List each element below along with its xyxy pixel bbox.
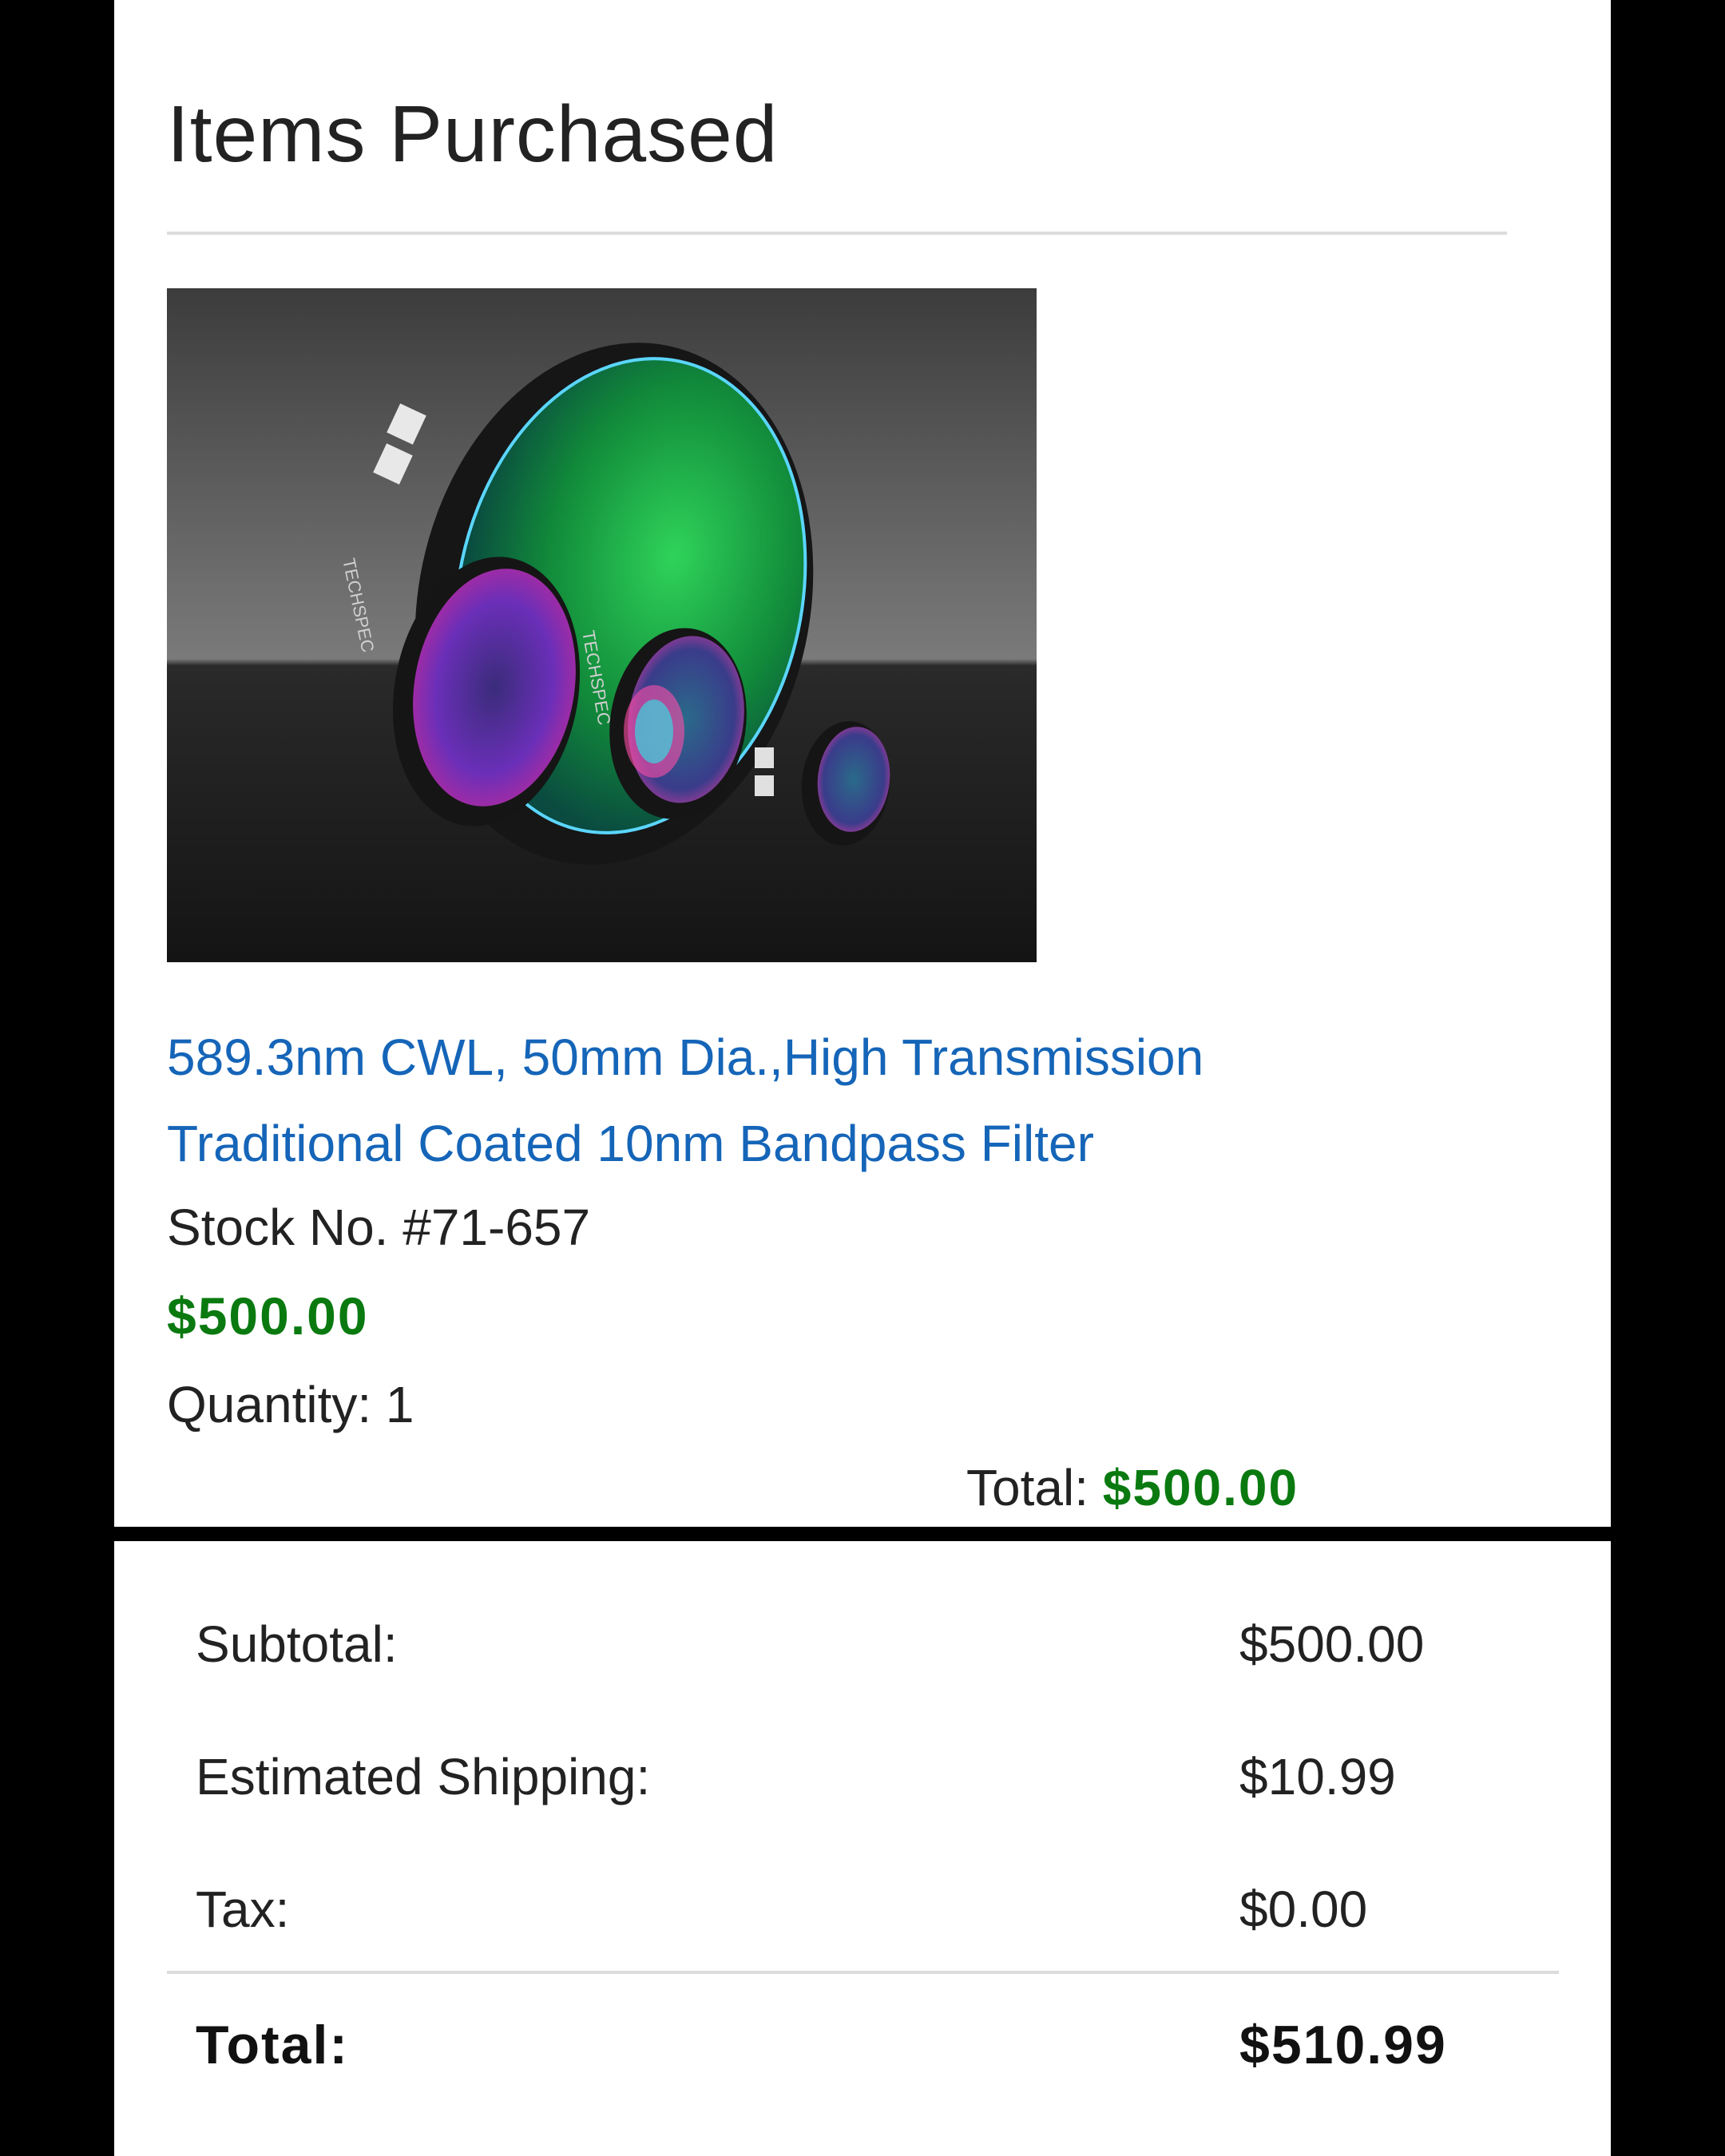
order-total-label: Total: — [196, 2015, 350, 2075]
title-divider — [167, 232, 1507, 235]
tax-value: $0.00 — [1239, 1881, 1368, 1938]
quantity: Quantity: 1 — [167, 1376, 414, 1433]
line-total-value: $500.00 — [1102, 1459, 1299, 1516]
items-purchased-card: Items Purchased TECHSPEC TECHSPEC 589.3n… — [114, 0, 1611, 1527]
shipping-label: Estimated Shipping: — [196, 1748, 651, 1805]
shipping-value: $10.99 — [1239, 1748, 1396, 1805]
order-summary: Subtotal: $500.00 Estimated Shipping: $1… — [114, 1541, 1611, 2156]
stock-number: Stock No. #71-657 — [167, 1199, 591, 1256]
summary-divider — [167, 1971, 1559, 1974]
tax-label: Tax: — [196, 1881, 290, 1938]
page-title: Items Purchased — [167, 89, 779, 179]
subtotal-label: Subtotal: — [196, 1615, 398, 1673]
subtotal-value: $500.00 — [1239, 1615, 1425, 1673]
unit-price: $500.00 — [167, 1286, 369, 1346]
product-image[interactable]: TECHSPECTECHSPEC — [167, 288, 1037, 962]
line-total: Total: $500.00 — [966, 1458, 1299, 1517]
line-total-label: Total: — [966, 1459, 1103, 1516]
order-total-value: $510.99 — [1239, 2015, 1447, 2075]
product-name-link[interactable]: 589.3nm CWL, 50mm Dia.,High Transmission… — [167, 1014, 1445, 1187]
